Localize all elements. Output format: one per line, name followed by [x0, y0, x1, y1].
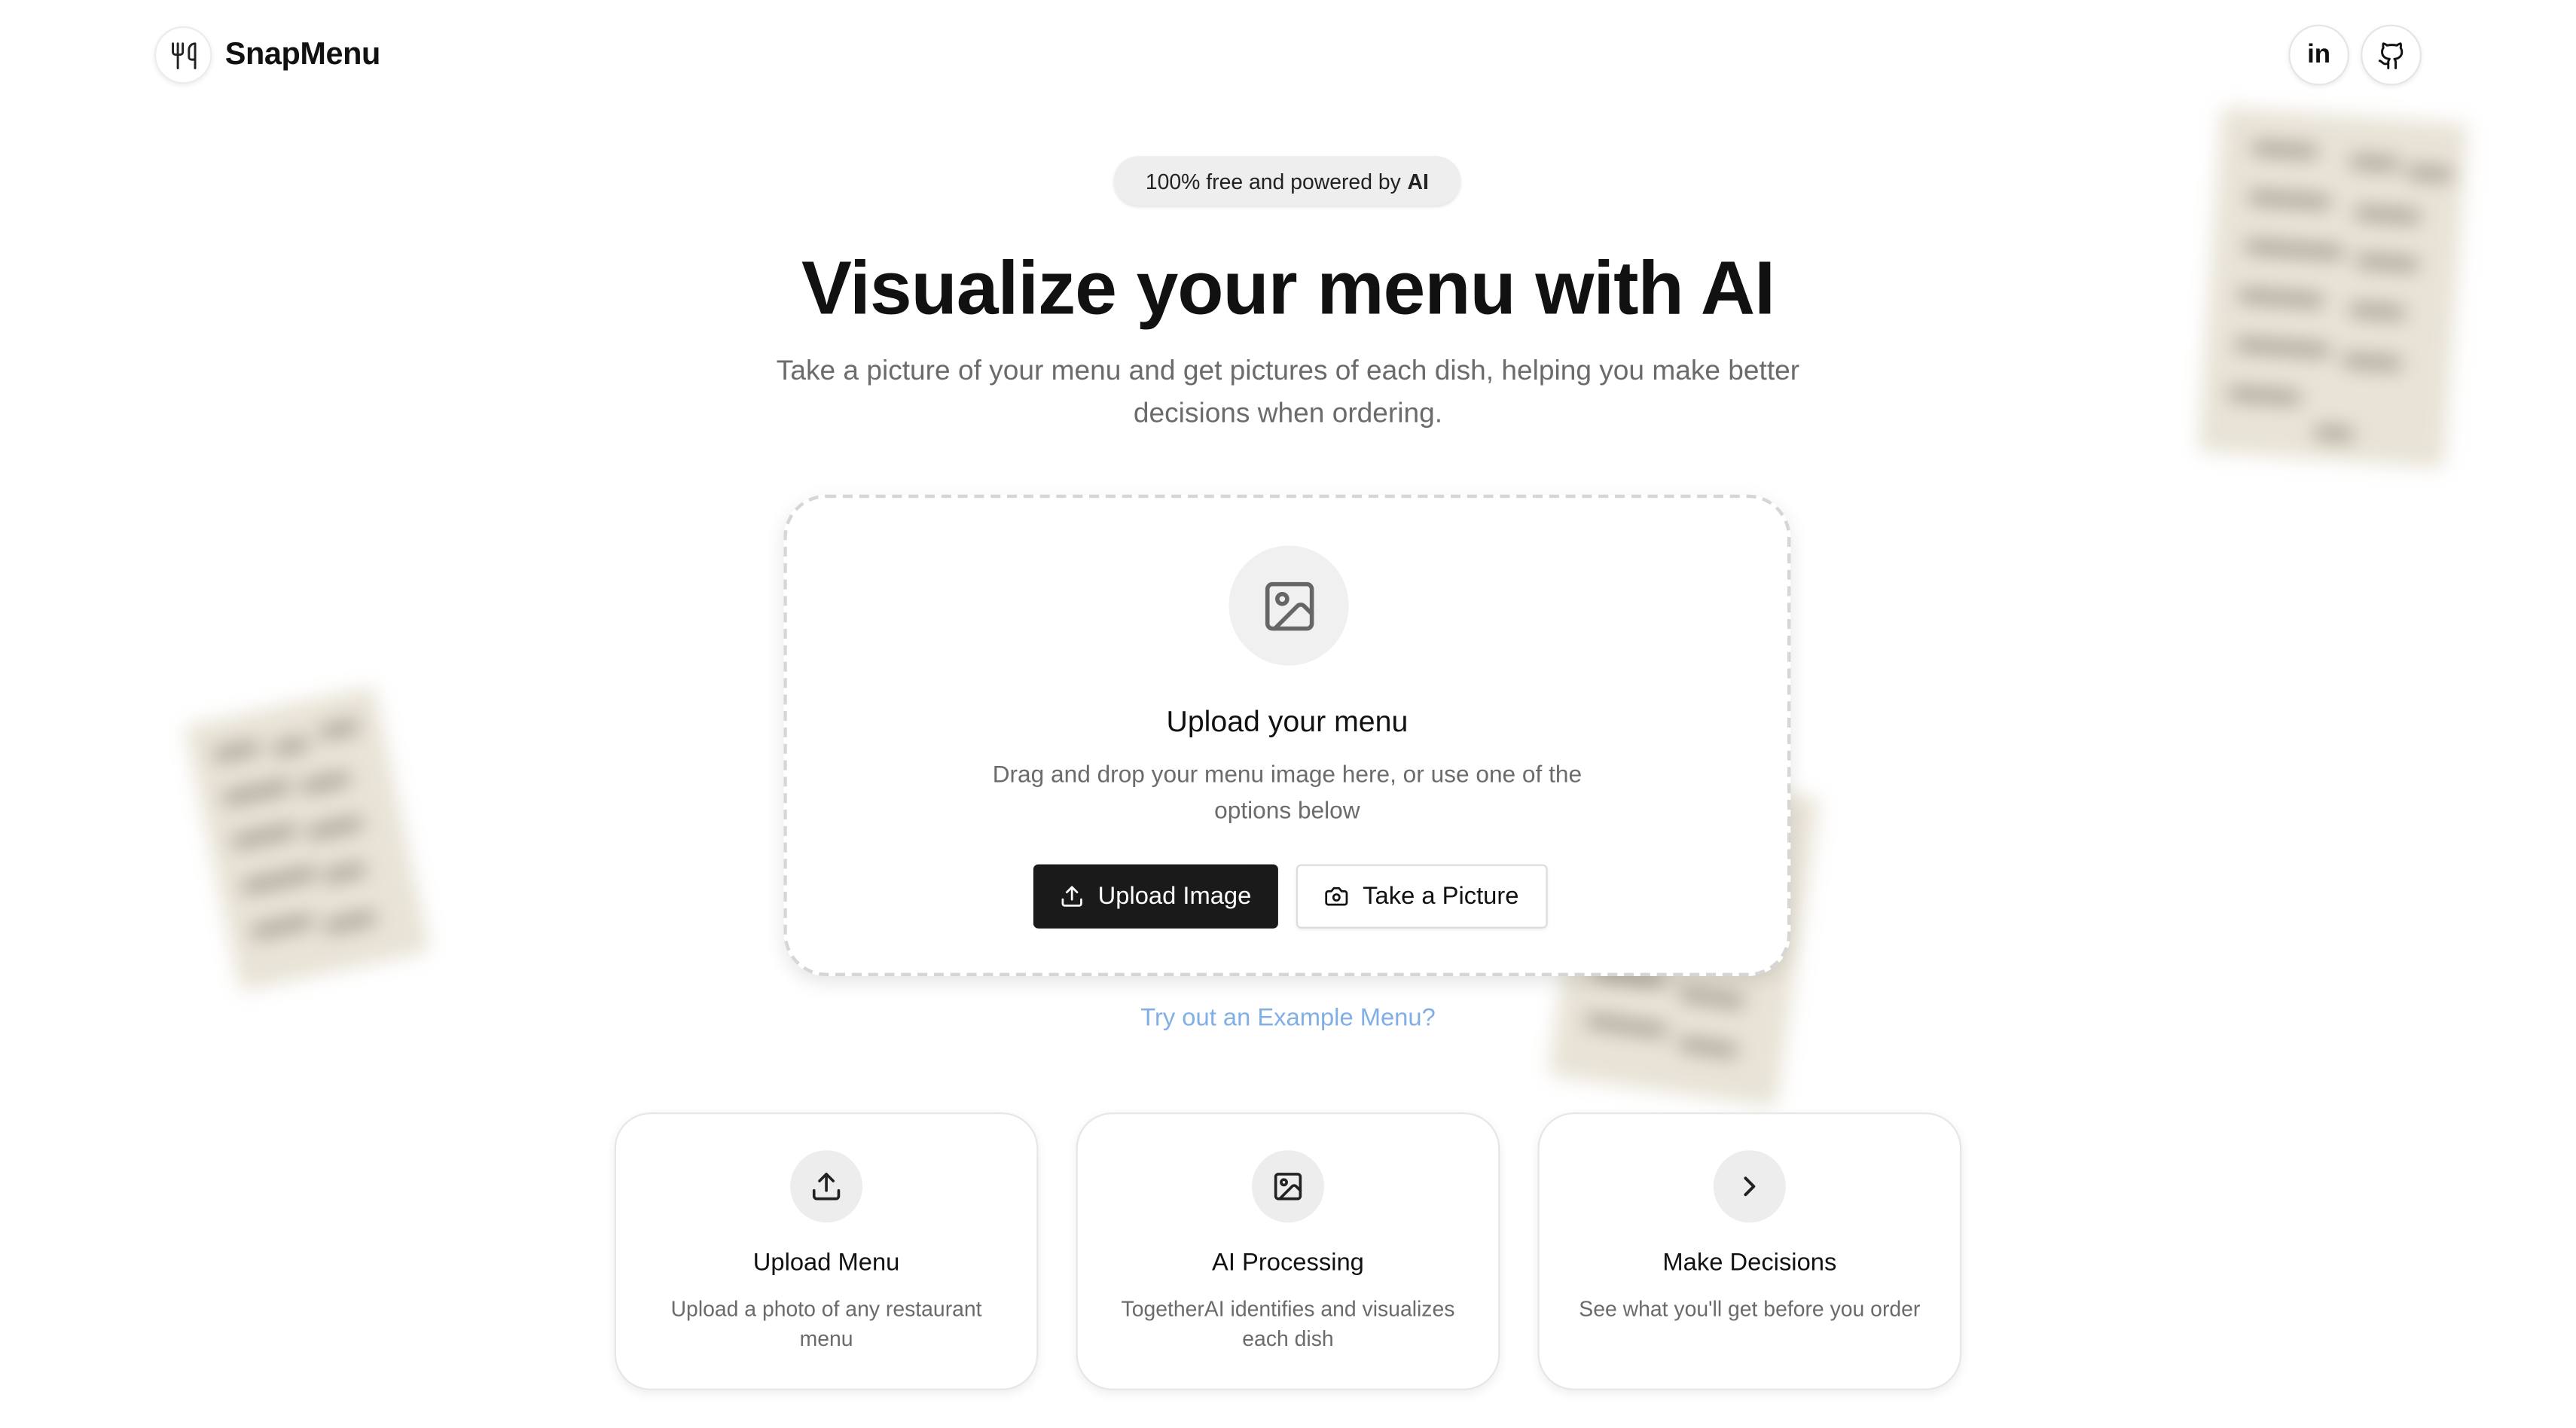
feature-card-ai-processing: AI Processing TogetherAI identifies and … [1076, 1112, 1500, 1390]
badge-text: 100% free and powered by [1145, 168, 1401, 194]
page: SnapMenu in 100% free and powered by AI … [0, 0, 2576, 1428]
image-icon [1228, 545, 1349, 666]
feature-card-upload: Upload Menu Upload a photo of any restau… [614, 1112, 1039, 1390]
upload-dropzone[interactable]: Upload your menu Drag and drop your menu… [783, 494, 1791, 976]
upload-title: Upload your menu [1166, 704, 1409, 738]
github-icon[interactable] [2361, 24, 2422, 86]
example-menu-link[interactable]: Try out an Example Menu? [0, 1004, 2576, 1032]
take-picture-label: Take a Picture [1363, 882, 1519, 911]
take-picture-button[interactable]: Take a Picture [1296, 864, 1548, 929]
page-subtitle: Take a picture of your menu and get pict… [776, 355, 1800, 429]
upload-icon [790, 1150, 863, 1223]
feature-description: Upload a photo of any restaurant menu [670, 1296, 982, 1351]
upload-icon [1060, 884, 1085, 909]
feature-card-decisions: Make Decisions See what you'll get befor… [1537, 1112, 1962, 1390]
linkedin-icon[interactable]: in [2288, 24, 2349, 86]
feature-title: Upload Menu [752, 1249, 900, 1277]
blurred-menu-image [184, 685, 431, 992]
utensils-icon [154, 26, 212, 84]
upload-description: Drag and drop your menu image here, or u… [992, 762, 1583, 825]
image-icon [1251, 1150, 1324, 1223]
upload-image-label: Upload Image [1097, 882, 1252, 911]
badge-bold-text: AI [1407, 168, 1429, 194]
chevron-right-icon [1713, 1150, 1786, 1223]
feature-description: TogetherAI identifies and visualizes eac… [1121, 1296, 1455, 1351]
feature-description: See what you'll get before you order [1579, 1296, 1921, 1322]
feature-title: Make Decisions [1662, 1249, 1837, 1277]
logo-text: SnapMenu [224, 37, 380, 72]
free-ai-badge: 100% free and powered by AI [1113, 156, 1460, 206]
upload-image-button[interactable]: Upload Image [1033, 864, 1278, 929]
feature-title: AI Processing [1212, 1249, 1364, 1277]
page-title: Visualize your menu with AI [801, 245, 1775, 331]
camera-icon [1325, 884, 1350, 909]
logo[interactable]: SnapMenu [154, 26, 380, 84]
